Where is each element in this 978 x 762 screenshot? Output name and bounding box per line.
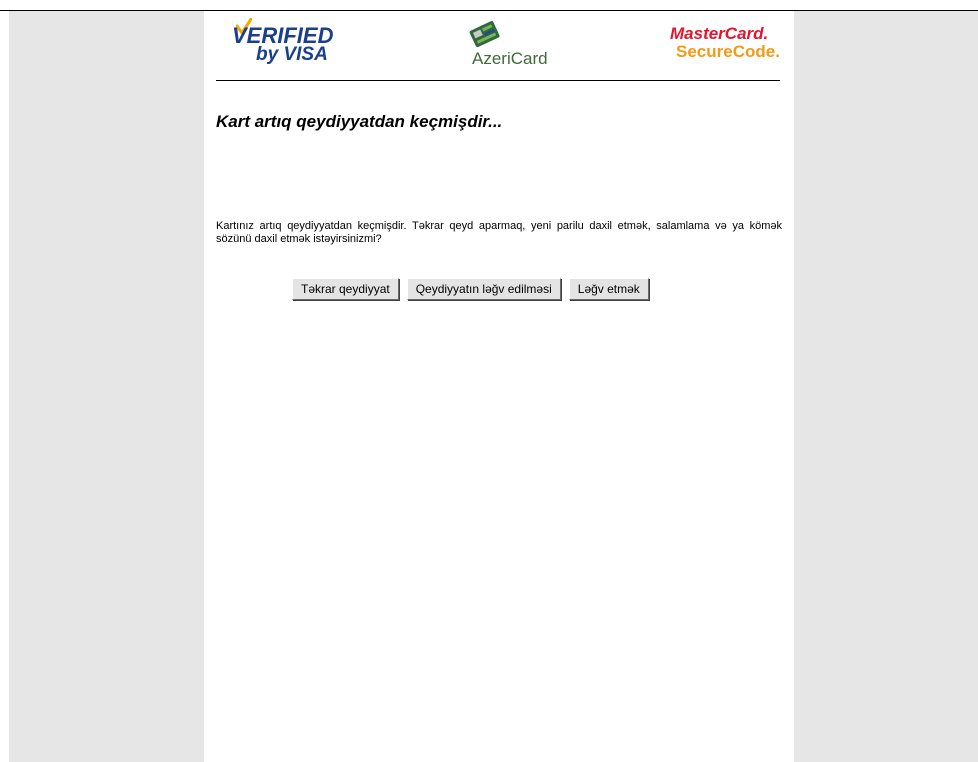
cancel-button[interactable]: Ləğv etmək [568,278,649,300]
logo-header: VERIFIED by VISA AzeriCard MasterCard. S… [216,11,780,81]
cancel-registration-button[interactable]: Qeydiyyatın ləğv edilməsi [406,278,561,300]
page-title: Kart artıq qeydiyyatdan keçmişdir... [216,112,503,131]
content-panel: VERIFIED by VISA AzeriCard MasterCard. S… [204,11,794,762]
securecode-logo-text: SecureCode. [676,42,780,61]
mastercard-logo-text: MasterCard. [670,24,769,43]
header-divider [216,80,780,81]
reregister-button[interactable]: Təkrar qeydiyyat [292,278,399,300]
message-text: Kartınız artıq qeydiyyatdan keçmişdir. T… [216,220,782,245]
button-row: Təkrar qeydiyyat Qeydiyyatın ləğv edilmə… [292,278,649,302]
card-emblem-icon [469,21,500,48]
azericard-logo-text: AzeriCard [472,49,548,68]
visa-logo-byvisa: by VISA [256,44,328,65]
